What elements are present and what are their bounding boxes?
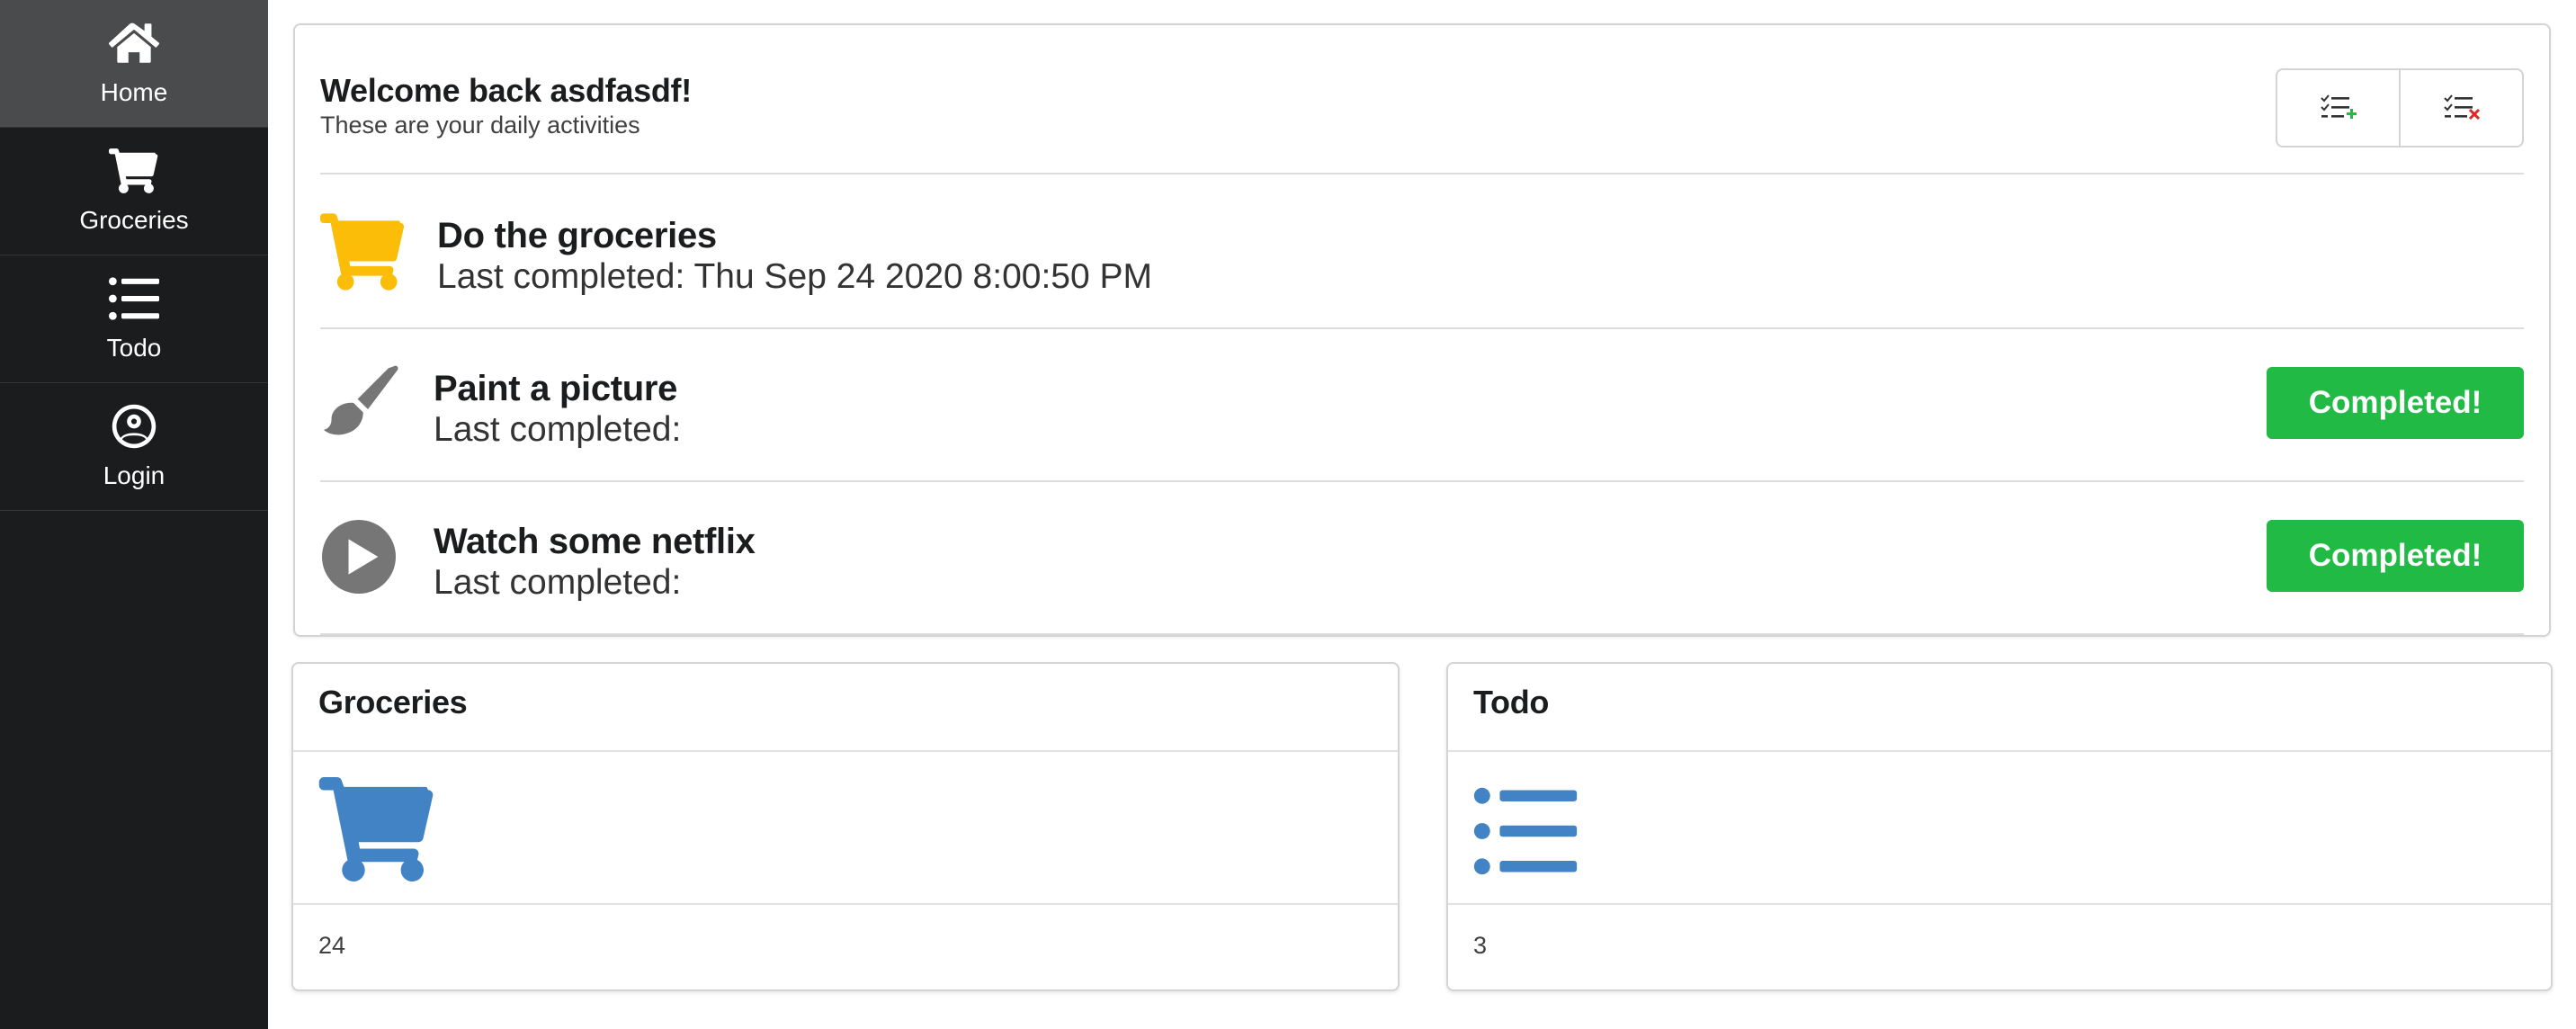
card-title: Todo <box>1448 664 2551 752</box>
remove-activity-button[interactable] <box>2399 70 2522 146</box>
sidebar-item-label: Groceries <box>79 205 189 234</box>
card-body <box>1448 752 2551 905</box>
sidebar-item-home[interactable]: Home <box>0 0 268 128</box>
activity-item: Paint a picture Last completed: Complete… <box>320 329 2524 482</box>
daily-activities-panel: Welcome back asdfasdf! These are your da… <box>293 23 2551 637</box>
remove-task-icon <box>2443 94 2480 121</box>
card-count: 3 <box>1473 932 1488 959</box>
user-circle-icon <box>112 404 157 448</box>
card-body <box>293 752 1398 905</box>
card-title: Groceries <box>293 664 1398 752</box>
completed-button[interactable]: Completed! <box>2267 520 2524 592</box>
todo-card[interactable]: Todo 3 <box>1446 662 2553 991</box>
card-count: 24 <box>318 932 346 959</box>
cart-icon <box>318 777 434 881</box>
completed-button[interactable]: Completed! <box>2267 367 2524 439</box>
play-circle-icon <box>322 520 396 594</box>
list-icon <box>109 276 159 320</box>
list-icon <box>1473 787 1578 875</box>
sidebar-item-label: Login <box>103 461 165 489</box>
add-activity-button[interactable] <box>2277 70 2399 146</box>
sidebar-item-groceries[interactable]: Groceries <box>0 128 268 255</box>
activity-item: Watch some netflix Last completed: Compl… <box>320 482 2524 635</box>
sidebar-item-login[interactable]: Login <box>0 383 268 511</box>
home-icon <box>109 22 159 63</box>
activity-last-completed: Last completed: <box>434 410 681 450</box>
activity-button-group <box>2276 68 2524 148</box>
activities-header: Welcome back asdfasdf! These are your da… <box>320 47 2524 174</box>
paintbrush-icon <box>323 365 398 435</box>
last-completed-label: Last completed: <box>437 257 685 296</box>
last-completed-label: Last completed: <box>434 410 682 449</box>
sidebar-item-label: Todo <box>106 333 162 362</box>
activity-item: Do the groceries Last completed: Thu Sep… <box>320 176 2524 329</box>
add-task-icon <box>2320 94 2357 119</box>
last-completed-value: Thu Sep 24 2020 8:00:50 PM <box>693 257 1153 296</box>
sidebar-item-label: Home <box>100 77 168 106</box>
cart-icon <box>109 148 158 193</box>
welcome-subtitle: These are your daily activities <box>320 112 640 139</box>
activity-title: Do the groceries <box>437 216 717 255</box>
sidebar-item-todo[interactable]: Todo <box>0 255 268 383</box>
activity-title: Watch some netflix <box>434 522 756 561</box>
groceries-card[interactable]: Groceries 24 <box>291 662 1400 991</box>
activity-last-completed: Last completed: Thu Sep 24 2020 8:00:50 … <box>437 257 1152 297</box>
activity-last-completed: Last completed: <box>434 563 681 603</box>
last-completed-label: Last completed: <box>434 563 682 602</box>
activity-title: Paint a picture <box>434 369 678 408</box>
sidebar: Home Groceries Todo Login <box>0 0 268 1029</box>
cart-icon <box>320 213 405 291</box>
welcome-title: Welcome back asdfasdf! <box>320 72 692 109</box>
